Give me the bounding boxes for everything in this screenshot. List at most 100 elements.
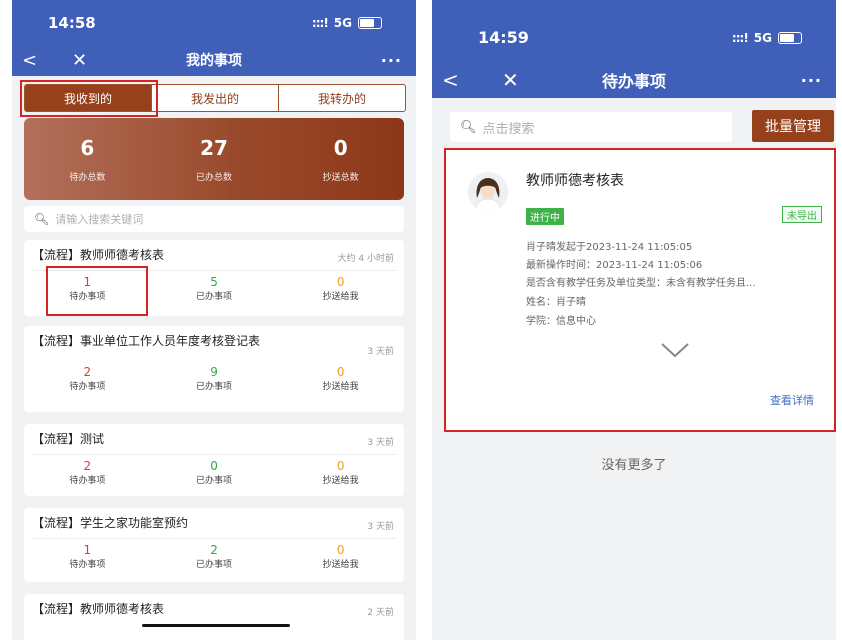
flow-card-title: 【流程】学生之家功能室预约 [32, 516, 189, 530]
stat-done[interactable]: 0 已办事项 [151, 459, 278, 486]
todo-item-card[interactable]: 教师师德考核表 进行中 未导出 肖子晴发起于2023-11-24 11:05:0… [444, 148, 836, 432]
flow-card-time: 3 天前 [367, 522, 394, 532]
stat-pending-label: 待办事项 [69, 382, 106, 392]
summary-pending-label: 待办总数 [69, 172, 106, 183]
stat-cc-count: 0 [336, 459, 345, 473]
flow-card-title: 【流程】教师师德考核表 [32, 602, 165, 616]
batch-manage-button[interactable]: 批量管理 [752, 110, 834, 142]
college-line: 学院：信息中心 [526, 316, 596, 327]
teaching-task-line: 是否含有教学任务及单位类型：未含有教学任务且... [526, 278, 756, 289]
stat-cc-count: 0 [336, 275, 345, 289]
stat-done-label: 已办事项 [196, 560, 233, 570]
battery-icon [358, 17, 382, 29]
no-more-text: 没有更多了 [601, 458, 667, 473]
stat-pending-label: 待办事项 [69, 560, 106, 570]
summary-cc-count: 0 [333, 135, 348, 160]
status-time: 14:58 [48, 14, 96, 32]
network-label: 5G [753, 30, 772, 45]
signal-icon: :::! [731, 30, 749, 45]
battery-icon [778, 31, 802, 44]
page-title: 待办事项 [601, 72, 666, 91]
more-icon[interactable]: ··· [381, 51, 402, 70]
stat-cc-count: 0 [336, 543, 345, 557]
stat-done-label: 已办事项 [196, 476, 233, 486]
page-title: 我的事项 [186, 53, 242, 69]
nav-bar: < ✕ 待办事项 ··· [432, 66, 836, 94]
search-input[interactable]: 🔍︎ 请输入搜索关键词 [24, 206, 404, 232]
stat-done-count: 2 [210, 543, 218, 557]
flow-card-time: 大约 4 小时前 [337, 254, 394, 264]
summary-done[interactable]: 27 已办总数 [151, 118, 278, 200]
summary-pending[interactable]: 6 待办总数 [24, 118, 151, 200]
home-indicator [142, 624, 290, 627]
stat-cc[interactable]: 0 抄送给我 [277, 543, 404, 570]
signal-icon: :::! [311, 16, 329, 30]
stat-cc-label: 抄送给我 [322, 560, 359, 570]
flow-card[interactable]: 【流程】测试 3 天前 2 待办事项 0 已办事项 0 抄送给我 [24, 424, 404, 496]
stat-done-label: 已办事项 [196, 382, 233, 392]
status-bar: 14:59 :::! 5G [432, 28, 836, 47]
flow-card-title: 【流程】教师师德考核表 [32, 248, 165, 262]
summary-cc[interactable]: 0 抄送总数 [277, 118, 404, 200]
search-input[interactable]: 🔍︎ 点击搜索 [450, 112, 732, 142]
flow-card-time: 2 天前 [367, 608, 394, 618]
stat-cc-count: 0 [336, 365, 345, 379]
stat-pending[interactable]: 1 待办事项 [24, 543, 151, 570]
highlight-box-pending [46, 266, 148, 316]
flow-card[interactable]: 【流程】学生之家功能室预约 3 天前 1 待办事项 2 已办事项 0 抄送给我 [24, 508, 404, 582]
tab-transferred[interactable]: 我转办的 [278, 85, 405, 111]
view-details-link[interactable]: 查看详情 [770, 392, 814, 408]
stat-cc-label: 抄送给我 [322, 476, 359, 486]
right-screen: 14:59 :::! 5G < ✕ 待办事项 ··· 🔍︎ 点击搜索 批量管理 [432, 0, 836, 640]
stat-pending-count: 2 [83, 365, 92, 379]
summary-done-label: 已办总数 [196, 172, 233, 183]
name-line: 姓名：肖子晴 [526, 297, 586, 308]
header: 14:58 :::! 5G < ✕ 我的事项 ··· [12, 0, 416, 76]
stat-pending-label: 待办事项 [69, 476, 106, 486]
status-time: 14:59 [478, 28, 529, 47]
search-icon: 🔍︎ [460, 119, 477, 135]
left-screen: 14:58 :::! 5G < ✕ 我的事项 ··· 我收到的 我发出的 我转办… [12, 0, 416, 640]
search-placeholder: 请输入搜索关键词 [55, 213, 144, 226]
stat-done-count: 0 [210, 459, 218, 473]
network-label: 5G [333, 16, 352, 30]
stat-cc[interactable]: 0 抄送给我 [277, 275, 404, 302]
status-bar: 14:58 :::! 5G [12, 14, 416, 32]
stat-done-label: 已办事项 [196, 292, 233, 302]
avatar [468, 172, 508, 212]
stat-done-count: 5 [210, 275, 218, 289]
chevron-down-icon[interactable] [660, 342, 690, 358]
tab-sent[interactable]: 我发出的 [151, 85, 278, 111]
stat-done[interactable]: 2 已办事项 [151, 543, 278, 570]
more-icon[interactable]: ··· [801, 71, 822, 90]
export-badge: 未导出 [782, 206, 822, 223]
summary-cc-label: 抄送总数 [322, 172, 359, 183]
stat-done[interactable]: 9 已办事项 [151, 365, 278, 392]
flow-card[interactable]: 【流程】事业单位工作人员年度考核登记表 3 天前 2 待办事项 9 已办事项 0 抄送… [24, 326, 404, 412]
summary-done-count: 27 [200, 135, 228, 160]
last-operation-line: 最新操作时间：2023-11-24 11:05:06 [526, 260, 703, 271]
status-badge: 进行中 [526, 208, 564, 225]
stat-cc[interactable]: 0 抄送给我 [277, 459, 404, 486]
stat-pending-count: 1 [83, 543, 92, 557]
flow-card-time: 3 天前 [367, 347, 394, 357]
stat-pending[interactable]: 2 待办事项 [24, 365, 151, 392]
todo-item-title: 教师师德考核表 [526, 173, 624, 189]
stat-done[interactable]: 5 已办事项 [151, 275, 278, 302]
summary-panel: 6 待办总数 27 已办总数 0 抄送总数 [24, 118, 404, 200]
flow-card-title: 【流程】测试 [32, 432, 105, 446]
stat-cc-label: 抄送给我 [322, 382, 359, 392]
initiator-line: 肖子晴发起于2023-11-24 11:05:05 [526, 242, 693, 253]
stat-cc-label: 抄送给我 [322, 292, 359, 302]
stat-done-count: 9 [210, 365, 218, 379]
summary-pending-count: 6 [80, 135, 95, 160]
flow-card-title: 【流程】事业单位工作人员年度考核登记表 [32, 334, 261, 348]
highlight-box-tab [20, 80, 158, 117]
signal-indicator: :::! 5G [732, 31, 802, 45]
search-icon: 🔍︎ [34, 212, 50, 226]
stat-cc[interactable]: 0 抄送给我 [277, 365, 404, 392]
flow-card-time: 3 天前 [367, 438, 394, 448]
stat-pending[interactable]: 2 待办事项 [24, 459, 151, 486]
search-placeholder: 点击搜索 [482, 121, 535, 137]
flow-card[interactable]: 【流程】教师师德考核表 2 天前 [24, 594, 404, 640]
